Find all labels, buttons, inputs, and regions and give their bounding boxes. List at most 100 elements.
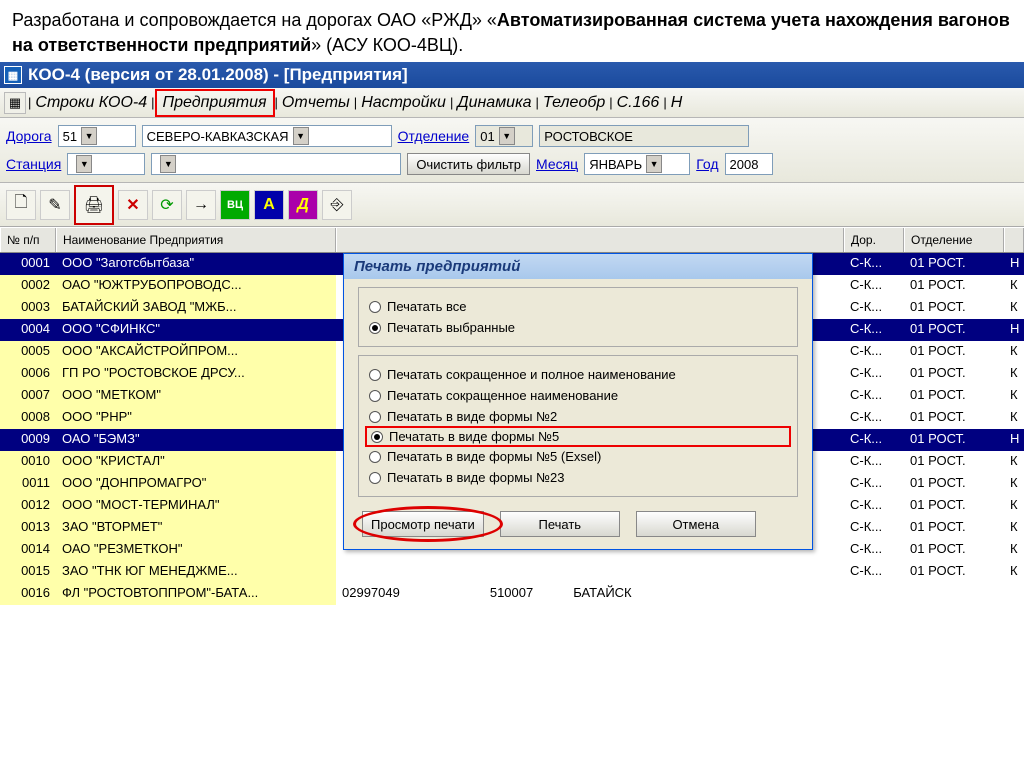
dept-name-combo[interactable]: РОСТОВСКОЕ [539,125,749,147]
menu-icon-btn[interactable]: ▦ [4,92,26,114]
menu-s166[interactable]: С.166 [613,94,664,112]
window-title-bar: ▦ КОО-4 (версия от 28.01.2008) - [Предпр… [0,62,1024,88]
cell-dor: С-К... [844,253,904,275]
radio-label: Печатать сокращенное наименование [387,388,618,403]
cell-dep: 01 РОСТ. [904,363,1004,385]
cell-name: ООО "ДОНПРОМАГРО" [56,473,336,495]
col-id[interactable]: № п/п [0,228,56,252]
dropdown-arrow-icon: ▼ [160,155,176,173]
cell-id: 0001 [0,253,56,275]
cell-end: Н [1004,253,1024,275]
d-box-icon[interactable]: Д [288,190,318,220]
radio-option[interactable]: Печатать сокращенное и полное наименован… [369,364,787,385]
new-icon[interactable]: 🗋 [6,190,36,220]
print-icon[interactable]: 🖨 [74,185,114,225]
col-mid[interactable] [336,228,844,252]
cell-dep: 01 РОСТ. [904,407,1004,429]
edit-icon[interactable]: ✎ [40,190,70,220]
cell-dep: 01 РОСТ. [904,385,1004,407]
dropdown-arrow-icon: ▼ [76,155,92,173]
dept-code-combo[interactable]: 01▼ [475,125,533,147]
print-scope-group: Печатать все Печатать выбранные [358,287,798,347]
cell-dep: 01 РОСТ. [904,275,1004,297]
cell-dor: С-К... [844,473,904,495]
cell-dep: 01 РОСТ. [904,253,1004,275]
cell-end: Н [1004,429,1024,451]
grid-body: Печать предприятий Печатать всеПечатать … [0,253,1024,605]
menu-n[interactable]: Н [667,94,687,112]
menu-dynamics[interactable]: Динамика [453,94,535,112]
window-title: КОО-4 (версия от 28.01.2008) - [Предприя… [28,65,408,85]
radio-icon [369,322,381,334]
table-row[interactable]: 0015ЗАО "ТНК ЮГ МЕНЕДЖМЕ...С-К...01 РОСТ… [0,561,1024,583]
clear-filter-button[interactable]: Очистить фильтр [407,153,530,175]
cell-name: ООО "РНР" [56,407,336,429]
green-box-icon[interactable]: ВЦ [220,190,250,220]
station-code-combo[interactable]: ▼ [67,153,145,175]
menu-enterprises[interactable]: Предприятия [155,89,275,117]
radio-option[interactable]: Печатать в виде формы №5 [365,426,791,447]
menu-koo4[interactable]: Строки КОО-4 [31,94,151,112]
cell-dep: 01 РОСТ. [904,561,1004,583]
radio-option[interactable]: Печатать в виде формы №2 [369,406,787,427]
year-label[interactable]: Год [696,156,718,172]
cell-dor: С-К... [844,407,904,429]
print-button[interactable]: Печать [500,511,620,537]
grid-header: № п/п Наименование Предприятия Дор. Отде… [0,227,1024,253]
radio-option[interactable]: Печатать в виде формы №23 [369,467,787,488]
road-name-combo[interactable]: СЕВЕРО-КАВКАЗСКАЯ▼ [142,125,392,147]
cell-end: К [1004,385,1024,407]
cell-dep: 01 РОСТ. [904,451,1004,473]
cell-id: 0003 [0,297,56,319]
cell-name: ОАО "БЭМЗ" [56,429,336,451]
cell-name: ЗАО "ВТОРМЕТ" [56,517,336,539]
station-name-combo[interactable]: ▼ [151,153,401,175]
exit-icon[interactable]: ⎆ [322,190,352,220]
month-label[interactable]: Месяц [536,156,578,172]
refresh-icon[interactable]: ⟳ [152,190,182,220]
cell-id: 0016 [0,583,56,605]
dept-label[interactable]: Отделение [398,128,470,144]
road-code-combo[interactable]: 51▼ [58,125,136,147]
cell-name: ЗАО "ТНК ЮГ МЕНЕДЖМЕ... [56,561,336,583]
radio-icon [369,369,381,381]
arrow-icon[interactable]: → [186,190,216,220]
cell-end [1004,583,1024,605]
cell-dep: 01 РОСТ. [904,495,1004,517]
col-name[interactable]: Наименование Предприятия [56,228,336,252]
col-dor[interactable]: Дор. [844,228,904,252]
month-combo[interactable]: ЯНВАРЬ▼ [584,153,690,175]
radio-option[interactable]: Печатать выбранные [369,317,787,338]
cancel-button[interactable]: Отмена [636,511,756,537]
menu-settings[interactable]: Настройки [357,94,450,112]
menu-bar: ▦ | Строки КОО-4| Предприятия| Отчеты| Н… [0,88,1024,118]
radio-label: Печатать выбранные [387,320,515,335]
filter-bar: Дорога 51▼ СЕВЕРО-КАВКАЗСКАЯ▼ Отделение … [0,118,1024,183]
cell-id: 0004 [0,319,56,341]
cell-id: 0015 [0,561,56,583]
col-end[interactable] [1004,228,1024,252]
cell-id: 0007 [0,385,56,407]
cell-dor: С-К... [844,451,904,473]
cell-dep: 01 РОСТ. [904,429,1004,451]
cell-dor: С-К... [844,429,904,451]
app-icon: ▦ [4,66,22,84]
year-field[interactable]: 2008 [725,153,773,175]
road-label[interactable]: Дорога [6,128,52,144]
cell-dor: С-К... [844,363,904,385]
a-box-icon[interactable]: А [254,190,284,220]
col-dep[interactable]: Отделение [904,228,1004,252]
preview-button[interactable]: Просмотр печати [362,511,484,537]
radio-option[interactable]: Печатать в виде формы №5 (Exsel) [369,446,787,467]
cell-dor: С-К... [844,297,904,319]
cell-id: 0009 [0,429,56,451]
cell-end: Н [1004,319,1024,341]
menu-teleobr[interactable]: Телеобр [539,94,609,112]
delete-icon[interactable]: ✕ [118,190,148,220]
radio-option[interactable]: Печатать все [369,296,787,317]
station-label[interactable]: Станция [6,156,61,172]
table-row[interactable]: 0016ФЛ "РОСТОВТОППРОМ"-БАТА...0299704951… [0,583,1024,605]
menu-reports[interactable]: Отчеты [278,94,354,112]
radio-option[interactable]: Печатать сокращенное наименование [369,385,787,406]
radio-icon [369,472,381,484]
